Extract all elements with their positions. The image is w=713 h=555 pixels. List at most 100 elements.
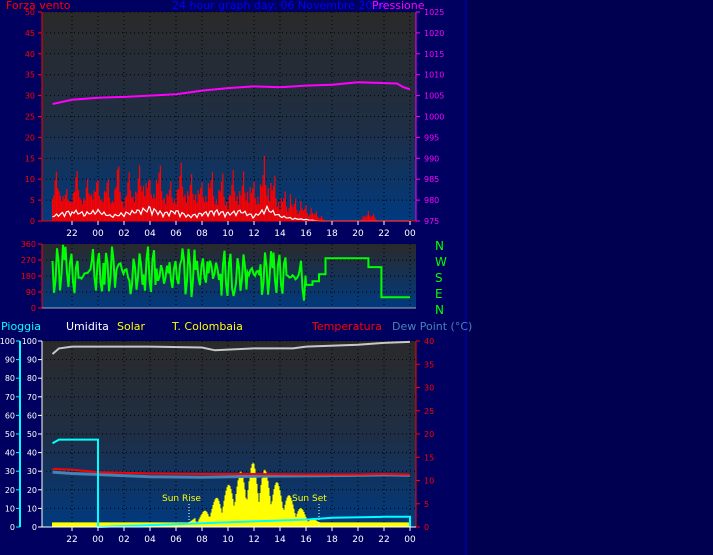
wind-x-tick-label: 04 (144, 229, 156, 239)
rain-y-tick-label: 60 (5, 411, 15, 420)
temperature-y-tick-label: 0 (424, 523, 429, 532)
humidity-y-tick-label: 30 (27, 467, 37, 476)
temperature-y-tick-label: 40 (424, 337, 434, 346)
wind-x-tick-label: 12 (248, 229, 259, 239)
chart-date-title: 24 hour graph day: 06 Novembre 2014 (172, 0, 387, 12)
climate-x-tick-label: 20 (352, 535, 364, 545)
wind-y-tick-label: 35 (25, 71, 35, 80)
humidity-y-tick-label: 60 (27, 411, 37, 420)
rain-y-tick-label: 0 (10, 523, 15, 532)
rain-y-tick-label: 50 (5, 430, 15, 439)
direction-y-tick-label: 90 (26, 288, 36, 297)
pressure-y-tick-label: 1000 (424, 113, 444, 122)
wind-y-tick-label: 20 (25, 133, 35, 142)
wind-x-tick-label: 06 (170, 229, 182, 239)
climate-x-tick-label: 22 (66, 535, 77, 545)
climate-x-tick-label: 04 (144, 535, 156, 545)
compass-letter-e: E (435, 287, 443, 301)
wind-x-tick-label: 22 (378, 229, 389, 239)
wind-x-tick-label: 02 (118, 229, 129, 239)
wind-chart-title: Forza vento (6, 0, 71, 12)
climate-x-tick-label: 00 (92, 535, 104, 545)
pressure-y-tick-label: 1025 (424, 8, 444, 17)
weather-graph-canvas: 0510152025303540455097598098599099510001… (0, 0, 713, 555)
temperature-y-tick-label: 15 (424, 453, 434, 462)
wind-x-tick-label: 18 (326, 229, 338, 239)
wind-x-tick-label: 22 (66, 229, 77, 239)
pressure-chart-title: Pressione (372, 0, 425, 12)
sunset-label: Sun Set (292, 494, 327, 504)
climate-x-tick-label: 08 (196, 535, 208, 545)
humidity-y-tick-label: 20 (27, 486, 37, 495)
temperature-y-tick-label: 35 (424, 360, 434, 369)
rain-y-tick-label: 10 (5, 504, 15, 513)
climate-x-tick-label: 00 (404, 535, 416, 545)
temperature-y-tick-label: 25 (424, 407, 434, 416)
temperature-y-tick-label: 30 (424, 384, 434, 393)
wind-y-tick-label: 15 (25, 154, 35, 163)
wind-x-tick-label: 14 (274, 229, 286, 239)
pressure-y-tick-label: 975 (424, 217, 439, 226)
temperature-y-tick-label: 5 (424, 500, 429, 509)
humidity-y-tick-label: 100 (22, 337, 37, 346)
climate-x-tick-label: 16 (300, 535, 312, 545)
direction-y-tick-label: 180 (21, 272, 36, 281)
wind-x-tick-label: 10 (222, 229, 234, 239)
temperature-y-tick-label: 20 (424, 430, 434, 439)
rain-y-tick-label: 20 (5, 486, 15, 495)
compass-letter-w: W (435, 255, 447, 269)
climate-x-tick-label: 14 (274, 535, 286, 545)
wind-y-tick-label: 40 (25, 50, 35, 59)
rain-y-tick-label: 40 (5, 449, 15, 458)
climate-x-tick-label: 22 (378, 535, 389, 545)
wind-x-tick-label: 00 (404, 229, 416, 239)
compass-letter-s: S (435, 271, 443, 285)
humidity-y-tick-label: 70 (27, 393, 37, 402)
pressure-y-tick-label: 1005 (424, 92, 444, 101)
climate-x-tick-label: 02 (118, 535, 129, 545)
pressure-y-tick-label: 990 (424, 154, 439, 163)
wind-y-tick-label: 10 (25, 175, 35, 184)
legend-rain: Pioggia (1, 320, 41, 333)
wind-y-tick-label: 30 (25, 92, 35, 101)
rain-y-tick-label: 90 (5, 356, 15, 365)
wind-y-tick-label: 0 (30, 217, 35, 226)
legend-dewpoint: Dew Point (°C) (392, 320, 473, 333)
compass-letter-n-bottom: N (435, 303, 444, 317)
humidity-y-tick-label: 0 (32, 523, 37, 532)
wind-x-tick-label: 08 (196, 229, 208, 239)
climate-x-tick-label: 06 (170, 535, 182, 545)
sunrise-label: Sun Rise (162, 494, 201, 504)
rain-y-tick-label: 30 (5, 467, 15, 476)
legend-humidity: Umidita (66, 320, 109, 333)
wind-y-tick-label: 45 (25, 29, 35, 38)
legend-location: T. Colombaia (172, 320, 243, 333)
rain-y-tick-label: 70 (5, 393, 15, 402)
direction-y-tick-label: 360 (21, 240, 36, 249)
pressure-y-tick-label: 1020 (424, 29, 444, 38)
humidity-y-tick-label: 40 (27, 449, 37, 458)
humidity-y-tick-label: 10 (27, 504, 37, 513)
climate-x-tick-label: 18 (326, 535, 338, 545)
pressure-y-tick-label: 995 (424, 133, 439, 142)
rain-y-tick-label: 80 (5, 374, 15, 383)
humidity-y-tick-label: 90 (27, 356, 37, 365)
legend-temperature: Temperatura (312, 320, 382, 333)
pressure-y-tick-label: 1010 (424, 71, 444, 80)
pressure-y-tick-label: 985 (424, 175, 439, 184)
temperature-y-tick-label: 10 (424, 477, 434, 486)
direction-y-tick-label: 0 (31, 304, 36, 313)
wind-x-tick-label: 20 (352, 229, 364, 239)
pressure-y-tick-label: 980 (424, 196, 439, 205)
wind-y-tick-label: 5 (30, 196, 35, 205)
wind-y-tick-label: 25 (25, 113, 35, 122)
humidity-y-tick-label: 80 (27, 374, 37, 383)
compass-letter-n-top: N (435, 239, 444, 253)
climate-x-tick-label: 10 (222, 535, 234, 545)
pressure-y-tick-label: 1015 (424, 50, 444, 59)
wind-x-tick-label: 00 (92, 229, 104, 239)
humidity-y-tick-label: 50 (27, 430, 37, 439)
legend-solar: Solar (117, 320, 146, 333)
direction-y-tick-label: 270 (21, 256, 36, 265)
rain-y-tick-label: 100 (0, 337, 15, 346)
